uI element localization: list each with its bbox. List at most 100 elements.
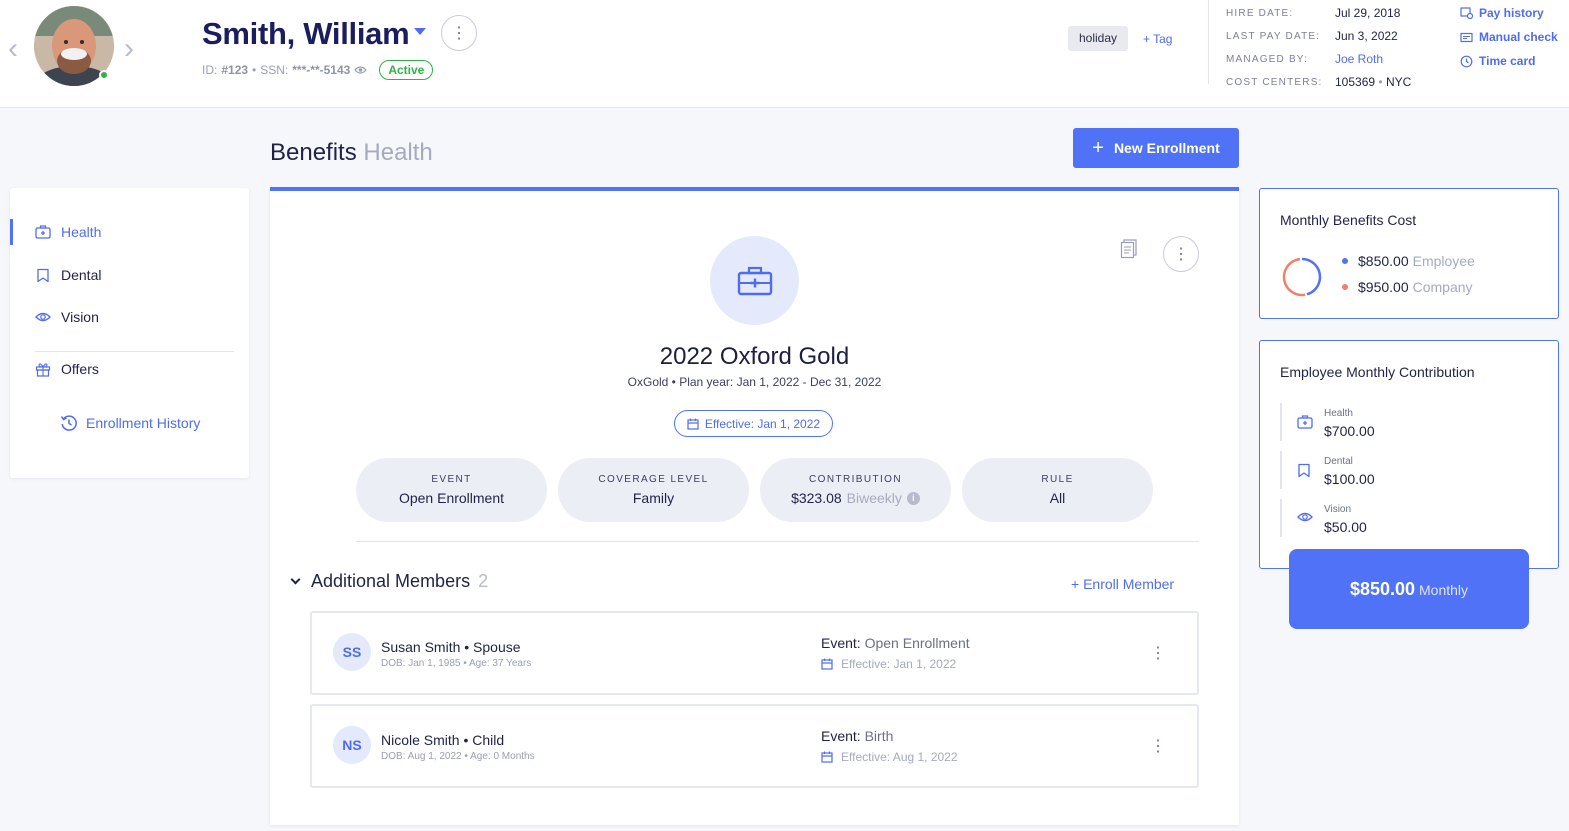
add-tag-link[interactable]: + Tag: [1143, 32, 1172, 46]
stat-value: All: [1049, 490, 1066, 506]
pay-history-icon: [1460, 7, 1473, 19]
donut-company-segment: [1282, 257, 1322, 297]
contribution-row-health: Health $700.00: [1280, 403, 1540, 447]
tag-chip[interactable]: holiday: [1068, 26, 1129, 51]
first-aid-kit-icon: [34, 225, 51, 239]
employee-cost-legend: $850.00 Employee: [1342, 253, 1475, 269]
sidebar-divider: [35, 351, 234, 352]
stat-coverage-level: COVERAGE LEVEL Family: [558, 458, 749, 522]
company-dot: [1342, 284, 1348, 290]
gift-icon: [34, 362, 51, 377]
enrollment-history-label: Enrollment History: [86, 415, 201, 431]
last-pay-date-value: Jun 3, 2022: [1335, 29, 1398, 43]
time-card-link[interactable]: Time card: [1460, 54, 1535, 68]
next-employee-chevron-icon[interactable]: ›: [124, 34, 134, 64]
row-bar: [1280, 403, 1282, 441]
id-label: ID:: [202, 63, 218, 77]
stat-value: $323.08: [791, 490, 842, 506]
employee-more-options-button[interactable]: ⋮: [441, 15, 477, 51]
employee-amount: $850.00: [1358, 253, 1409, 269]
sidebar-item-health[interactable]: Health: [10, 217, 249, 247]
calendar-icon: [687, 418, 699, 430]
member-card[interactable]: NS Nicole Smith • Child DOB: Aug 1, 2022…: [310, 704, 1199, 788]
ssn-label: SSN:: [260, 63, 289, 77]
member-name: Susan Smith • Spouse: [381, 639, 521, 655]
member-more-options-icon[interactable]: ⋮: [1150, 736, 1166, 756]
ssn-value: ***-**-5143: [292, 63, 351, 77]
member-card[interactable]: SS Susan Smith • Spouse DOB: Jan 1, 1985…: [310, 611, 1199, 695]
new-enrollment-label: New Enrollment: [1113, 140, 1220, 156]
section-divider: [356, 541, 1199, 542]
employee-monthly-contribution-panel: Employee Monthly Contribution Health $70…: [1259, 340, 1559, 569]
stat-value-row: $323.08 Biweekly i: [760, 490, 951, 506]
show-ssn-eye-icon[interactable]: [354, 65, 368, 75]
sidebar-item-offers[interactable]: Offers: [10, 354, 249, 384]
stat-value-row: All: [962, 490, 1153, 506]
document-icon[interactable]: [1120, 239, 1138, 264]
hire-date-label: HIRE DATE:: [1226, 8, 1294, 19]
contribution-value: $700.00: [1324, 423, 1375, 439]
hire-date-value: Jul 29, 2018: [1335, 6, 1401, 20]
member-initials-avatar: NS: [333, 726, 371, 764]
panel-title: Monthly Benefits Cost: [1280, 212, 1417, 228]
member-effective-label: Effective: Jan 1, 2022: [841, 657, 957, 671]
additional-members-toggle[interactable]: Additional Members 2: [290, 571, 489, 592]
contribution-label: Health: [1324, 408, 1353, 419]
tooth-icon: [1298, 463, 1310, 478]
cost-donut-chart: [1282, 257, 1322, 297]
stat-label: RULE: [1041, 474, 1074, 485]
manual-check-link[interactable]: Manual check: [1460, 30, 1558, 44]
additional-members-title: Additional Members: [311, 571, 471, 591]
member-event: Event: Birth: [821, 728, 893, 744]
employee-dot: [1342, 258, 1348, 264]
pay-history-link[interactable]: Pay history: [1460, 6, 1544, 20]
plan-more-options-button[interactable]: ⋮: [1163, 236, 1199, 272]
last-pay-date-label: LAST PAY DATE:: [1226, 31, 1321, 42]
time-card-label: Time card: [1479, 54, 1536, 68]
cost-centers-label: COST CENTERS:: [1226, 77, 1323, 88]
stat-label: CONTRIBUTION: [809, 474, 902, 485]
company-cost-legend: $950.00 Company: [1342, 279, 1473, 295]
plan-subtitle: OxGold • Plan year: Jan 1, 2022 - Dec 31…: [627, 375, 882, 389]
additional-members-count: 2: [478, 571, 489, 591]
member-more-options-icon[interactable]: ⋮: [1150, 643, 1166, 663]
first-aid-kit-icon: [1297, 415, 1313, 429]
member-effective: Effective: Jan 1, 2022: [821, 657, 956, 671]
employee-label: Employee: [1412, 253, 1475, 269]
manager-link[interactable]: Joe Roth: [1335, 52, 1383, 66]
member-event-value: Birth: [864, 728, 894, 744]
stat-suffix: Biweekly: [846, 490, 902, 506]
employee-dropdown-caret-icon[interactable]: [414, 28, 426, 35]
status-badge: Active: [379, 60, 434, 80]
enrollment-history-link[interactable]: Enrollment History: [60, 414, 200, 432]
contribution-label: Dental: [1324, 456, 1353, 467]
cost-center-code: 105369: [1335, 75, 1376, 89]
sidebar-item-vision[interactable]: Vision: [10, 302, 249, 332]
total-amount: $850.00: [1349, 578, 1416, 599]
member-effective-label: Effective: Aug 1, 2022: [841, 750, 958, 764]
online-status-dot: [99, 70, 109, 80]
new-enrollment-button[interactable]: + New Enrollment: [1073, 128, 1239, 168]
plan-name: 2022 Oxford Gold: [659, 343, 850, 370]
member-event-label: Event:: [821, 728, 861, 744]
company-amount: $950.00: [1358, 279, 1409, 295]
enroll-member-link[interactable]: + Enroll Member: [1071, 576, 1174, 592]
sidebar-item-dental[interactable]: Dental: [10, 260, 249, 290]
stat-rule: RULE All: [962, 458, 1153, 522]
member-event-value: Open Enrollment: [864, 635, 970, 651]
eye-icon: [1297, 512, 1313, 522]
member-effective: Effective: Aug 1, 2022: [821, 750, 958, 764]
stat-contribution: CONTRIBUTION $323.08 Biweekly i: [760, 458, 951, 522]
monthly-contribution-total: $850.00 Monthly: [1289, 549, 1529, 629]
info-icon[interactable]: i: [906, 491, 920, 505]
page-title-main: Benefits: [270, 139, 357, 166]
plus-icon: +: [1092, 137, 1104, 159]
sidebar-item-label: Dental: [61, 267, 102, 283]
cost-centers-value: 105369 • NYC: [1335, 75, 1411, 89]
previous-employee-chevron-icon[interactable]: ‹: [8, 34, 18, 64]
stat-value-row: Open Enrollment: [356, 490, 547, 506]
clock-icon: [1460, 55, 1473, 67]
member-event-label: Event:: [821, 635, 861, 651]
benefits-sidebar: Health Dental Vision Offers Enrollment H…: [10, 188, 249, 478]
member-dob: DOB: Jan 1, 1985 • Age: 37 Years: [381, 658, 532, 669]
